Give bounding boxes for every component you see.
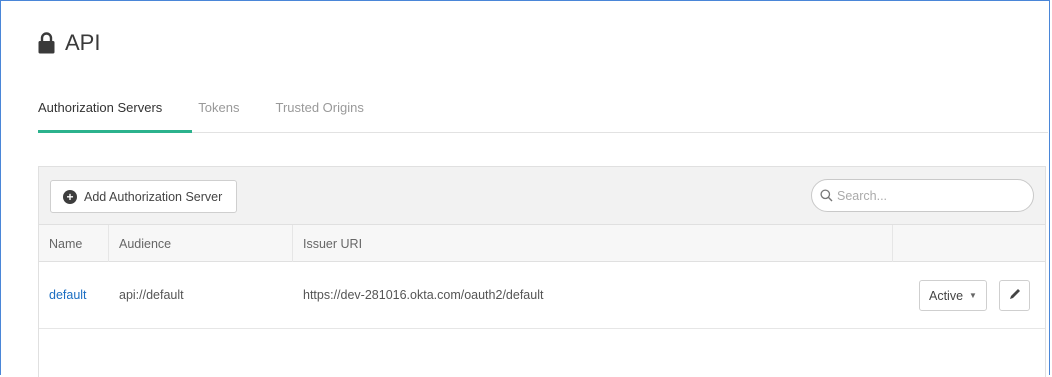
edit-button[interactable] bbox=[999, 280, 1030, 311]
search-input[interactable] bbox=[837, 188, 1017, 203]
authorization-servers-panel: + Add Authorization Server Name Audience… bbox=[38, 166, 1046, 377]
table-row: default api://default https://dev-281016… bbox=[39, 262, 1045, 329]
status-label: Active bbox=[929, 288, 964, 303]
row-name-cell: default bbox=[39, 262, 109, 328]
lock-icon bbox=[38, 32, 55, 54]
search-icon bbox=[820, 189, 833, 202]
status-dropdown[interactable]: Active ▼ bbox=[919, 280, 987, 311]
column-header-name: Name bbox=[39, 225, 109, 262]
page-title: API bbox=[65, 30, 101, 55]
add-authorization-server-button[interactable]: + Add Authorization Server bbox=[50, 180, 237, 213]
plus-circle-icon: + bbox=[63, 189, 77, 204]
pencil-icon bbox=[1008, 287, 1022, 304]
server-name-link[interactable]: default bbox=[49, 288, 87, 302]
add-button-label: Add Authorization Server bbox=[84, 189, 223, 204]
caret-down-icon: ▼ bbox=[969, 291, 977, 300]
column-header-audience: Audience bbox=[109, 225, 293, 262]
page-header: API bbox=[38, 30, 100, 56]
search-box[interactable] bbox=[811, 179, 1034, 212]
row-audience-cell: api://default bbox=[119, 288, 184, 302]
table-header: Name Audience Issuer URI bbox=[39, 225, 1045, 262]
tab-bar: Authorization Servers Tokens Trusted Ori… bbox=[38, 100, 400, 115]
column-header-actions bbox=[893, 225, 1047, 262]
column-header-issuer-uri: Issuer URI bbox=[293, 225, 893, 262]
row-issuer-uri-cell: https://dev-281016.okta.com/oauth2/defau… bbox=[303, 288, 544, 302]
toolbar: + Add Authorization Server bbox=[39, 167, 1045, 225]
active-tab-indicator bbox=[38, 130, 192, 133]
tab-authorization-servers[interactable]: Authorization Servers bbox=[38, 100, 162, 115]
tab-tokens[interactable]: Tokens bbox=[198, 100, 239, 115]
tab-trusted-origins[interactable]: Trusted Origins bbox=[275, 100, 363, 115]
